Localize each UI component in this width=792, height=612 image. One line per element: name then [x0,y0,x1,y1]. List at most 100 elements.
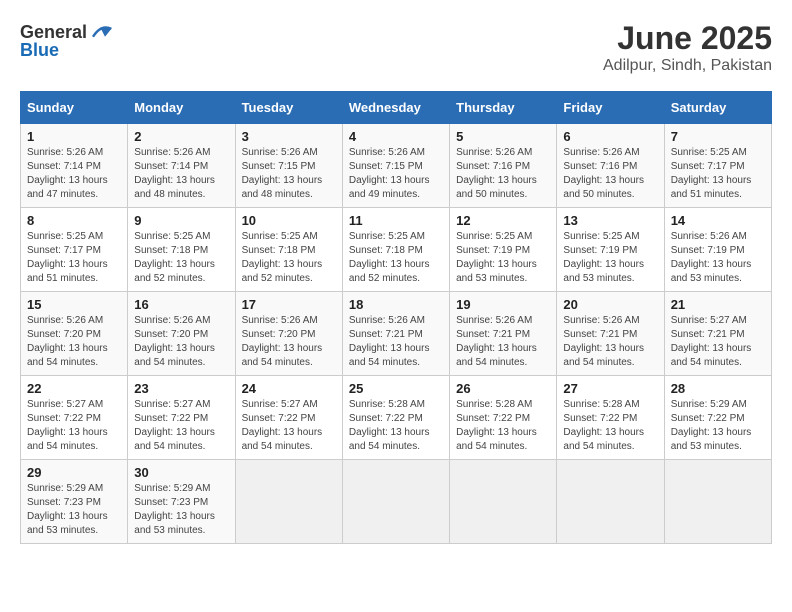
day-number: 11 [349,213,443,228]
calendar-week-row: 29 Sunrise: 5:29 AMSunset: 7:23 PMDaylig… [21,460,772,544]
column-header-thursday: Thursday [450,92,557,124]
calendar-cell: 3 Sunrise: 5:26 AMSunset: 7:15 PMDayligh… [235,124,342,208]
month-year-title: June 2025 [603,20,772,57]
calendar-cell: 25 Sunrise: 5:28 AMSunset: 7:22 PMDaylig… [342,376,449,460]
calendar-cell: 27 Sunrise: 5:28 AMSunset: 7:22 PMDaylig… [557,376,664,460]
sunrise-info: Sunrise: 5:27 AMSunset: 7:22 PMDaylight:… [242,399,323,452]
calendar-table: SundayMondayTuesdayWednesdayThursdayFrid… [20,91,772,544]
logo-icon [89,20,113,44]
day-number: 17 [242,297,336,312]
sunrise-info: Sunrise: 5:25 AMSunset: 7:17 PMDaylight:… [671,147,752,200]
calendar-cell: 2 Sunrise: 5:26 AMSunset: 7:14 PMDayligh… [128,124,235,208]
day-number: 2 [134,129,228,144]
column-header-sunday: Sunday [21,92,128,124]
day-number: 25 [349,381,443,396]
sunrise-info: Sunrise: 5:27 AMSunset: 7:21 PMDaylight:… [671,315,752,368]
sunrise-info: Sunrise: 5:26 AMSunset: 7:20 PMDaylight:… [134,315,215,368]
sunrise-info: Sunrise: 5:29 AMSunset: 7:22 PMDaylight:… [671,399,752,452]
day-number: 28 [671,381,765,396]
sunrise-info: Sunrise: 5:27 AMSunset: 7:22 PMDaylight:… [134,399,215,452]
column-header-tuesday: Tuesday [235,92,342,124]
logo: General Blue [20,20,113,61]
sunrise-info: Sunrise: 5:28 AMSunset: 7:22 PMDaylight:… [456,399,537,452]
sunrise-info: Sunrise: 5:25 AMSunset: 7:19 PMDaylight:… [563,231,644,284]
day-number: 4 [349,129,443,144]
calendar-cell: 4 Sunrise: 5:26 AMSunset: 7:15 PMDayligh… [342,124,449,208]
day-number: 6 [563,129,657,144]
calendar-cell: 24 Sunrise: 5:27 AMSunset: 7:22 PMDaylig… [235,376,342,460]
calendar-cell: 9 Sunrise: 5:25 AMSunset: 7:18 PMDayligh… [128,208,235,292]
sunrise-info: Sunrise: 5:26 AMSunset: 7:16 PMDaylight:… [456,147,537,200]
sunrise-info: Sunrise: 5:26 AMSunset: 7:20 PMDaylight:… [242,315,323,368]
day-number: 16 [134,297,228,312]
calendar-cell [450,460,557,544]
calendar-cell: 7 Sunrise: 5:25 AMSunset: 7:17 PMDayligh… [664,124,771,208]
calendar-cell: 17 Sunrise: 5:26 AMSunset: 7:20 PMDaylig… [235,292,342,376]
calendar-week-row: 22 Sunrise: 5:27 AMSunset: 7:22 PMDaylig… [21,376,772,460]
sunrise-info: Sunrise: 5:29 AMSunset: 7:23 PMDaylight:… [27,483,108,536]
sunrise-info: Sunrise: 5:25 AMSunset: 7:17 PMDaylight:… [27,231,108,284]
sunrise-info: Sunrise: 5:25 AMSunset: 7:18 PMDaylight:… [349,231,430,284]
sunrise-info: Sunrise: 5:26 AMSunset: 7:21 PMDaylight:… [349,315,430,368]
calendar-week-row: 1 Sunrise: 5:26 AMSunset: 7:14 PMDayligh… [21,124,772,208]
calendar-header-row: SundayMondayTuesdayWednesdayThursdayFrid… [21,92,772,124]
calendar-cell: 28 Sunrise: 5:29 AMSunset: 7:22 PMDaylig… [664,376,771,460]
calendar-cell: 21 Sunrise: 5:27 AMSunset: 7:21 PMDaylig… [664,292,771,376]
sunrise-info: Sunrise: 5:26 AMSunset: 7:15 PMDaylight:… [242,147,323,200]
calendar-cell: 30 Sunrise: 5:29 AMSunset: 7:23 PMDaylig… [128,460,235,544]
calendar-cell: 16 Sunrise: 5:26 AMSunset: 7:20 PMDaylig… [128,292,235,376]
day-number: 12 [456,213,550,228]
day-number: 19 [456,297,550,312]
sunrise-info: Sunrise: 5:26 AMSunset: 7:21 PMDaylight:… [456,315,537,368]
day-number: 8 [27,213,121,228]
sunrise-info: Sunrise: 5:26 AMSunset: 7:16 PMDaylight:… [563,147,644,200]
column-header-monday: Monday [128,92,235,124]
calendar-week-row: 8 Sunrise: 5:25 AMSunset: 7:17 PMDayligh… [21,208,772,292]
sunrise-info: Sunrise: 5:26 AMSunset: 7:15 PMDaylight:… [349,147,430,200]
calendar-cell: 8 Sunrise: 5:25 AMSunset: 7:17 PMDayligh… [21,208,128,292]
day-number: 3 [242,129,336,144]
day-number: 5 [456,129,550,144]
calendar-cell: 15 Sunrise: 5:26 AMSunset: 7:20 PMDaylig… [21,292,128,376]
sunrise-info: Sunrise: 5:26 AMSunset: 7:20 PMDaylight:… [27,315,108,368]
day-number: 7 [671,129,765,144]
day-number: 27 [563,381,657,396]
sunrise-info: Sunrise: 5:26 AMSunset: 7:21 PMDaylight:… [563,315,644,368]
day-number: 29 [27,465,121,480]
day-number: 10 [242,213,336,228]
calendar-cell: 13 Sunrise: 5:25 AMSunset: 7:19 PMDaylig… [557,208,664,292]
title-section: June 2025 Adilpur, Sindh, Pakistan [603,20,772,75]
page-header: General Blue June 2025 Adilpur, Sindh, P… [20,20,772,75]
day-number: 18 [349,297,443,312]
calendar-cell: 14 Sunrise: 5:26 AMSunset: 7:19 PMDaylig… [664,208,771,292]
calendar-cell: 11 Sunrise: 5:25 AMSunset: 7:18 PMDaylig… [342,208,449,292]
day-number: 24 [242,381,336,396]
calendar-cell: 10 Sunrise: 5:25 AMSunset: 7:18 PMDaylig… [235,208,342,292]
sunrise-info: Sunrise: 5:25 AMSunset: 7:18 PMDaylight:… [242,231,323,284]
day-number: 14 [671,213,765,228]
column-header-wednesday: Wednesday [342,92,449,124]
logo-blue-text: Blue [20,40,59,61]
calendar-cell [664,460,771,544]
location-title: Adilpur, Sindh, Pakistan [603,57,772,75]
day-number: 20 [563,297,657,312]
calendar-cell: 18 Sunrise: 5:26 AMSunset: 7:21 PMDaylig… [342,292,449,376]
calendar-cell: 22 Sunrise: 5:27 AMSunset: 7:22 PMDaylig… [21,376,128,460]
calendar-week-row: 15 Sunrise: 5:26 AMSunset: 7:20 PMDaylig… [21,292,772,376]
day-number: 21 [671,297,765,312]
day-number: 23 [134,381,228,396]
sunrise-info: Sunrise: 5:25 AMSunset: 7:18 PMDaylight:… [134,231,215,284]
day-number: 1 [27,129,121,144]
day-number: 15 [27,297,121,312]
sunrise-info: Sunrise: 5:29 AMSunset: 7:23 PMDaylight:… [134,483,215,536]
column-header-friday: Friday [557,92,664,124]
calendar-cell [235,460,342,544]
calendar-cell: 23 Sunrise: 5:27 AMSunset: 7:22 PMDaylig… [128,376,235,460]
column-header-saturday: Saturday [664,92,771,124]
sunrise-info: Sunrise: 5:25 AMSunset: 7:19 PMDaylight:… [456,231,537,284]
sunrise-info: Sunrise: 5:26 AMSunset: 7:14 PMDaylight:… [27,147,108,200]
calendar-cell: 19 Sunrise: 5:26 AMSunset: 7:21 PMDaylig… [450,292,557,376]
day-number: 9 [134,213,228,228]
sunrise-info: Sunrise: 5:28 AMSunset: 7:22 PMDaylight:… [563,399,644,452]
calendar-cell: 1 Sunrise: 5:26 AMSunset: 7:14 PMDayligh… [21,124,128,208]
